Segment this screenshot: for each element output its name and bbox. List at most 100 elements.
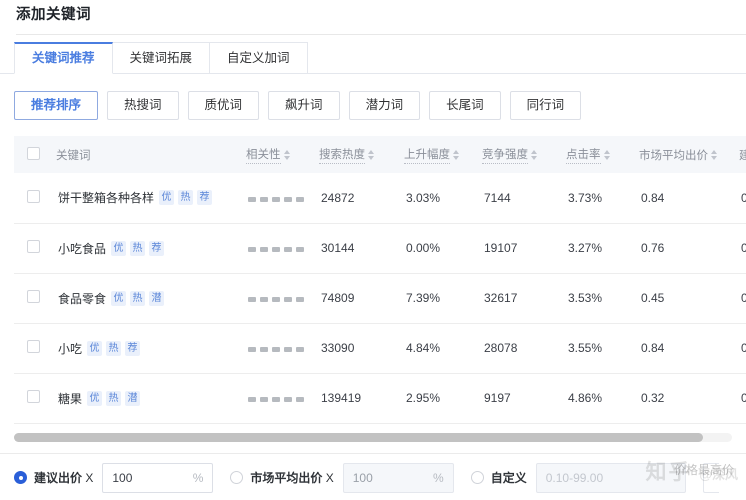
bid-option-radio[interactable] <box>471 471 484 484</box>
bid-value-input[interactable] <box>353 471 429 485</box>
keyword-cell: 小吃优热荐 <box>56 323 246 373</box>
rise-cell: 0.00% <box>404 223 482 273</box>
percent-suffix: % <box>189 471 204 485</box>
filter-chip-4[interactable]: 潜力词 <box>349 91 421 120</box>
bid-option-2[interactable]: 自定义 <box>471 463 686 493</box>
keyword-tag: 荐 <box>125 341 140 356</box>
filter-chip-0[interactable]: 推荐排序 <box>14 91 98 120</box>
bid-option-radio[interactable] <box>14 471 27 484</box>
filter-chip-2[interactable]: 质优词 <box>188 91 260 120</box>
column-header-compete[interactable]: 竞争强度 <box>482 136 566 173</box>
avgbid-cell-value: 0.76 <box>639 241 664 255</box>
hotness-cell: 74809 <box>319 273 404 323</box>
keyword-text: 饼干整箱各种各样 <box>58 189 154 206</box>
hotness-cell: 139419 <box>319 373 404 423</box>
relevance-bar-segment <box>248 297 256 302</box>
bid-option-radio[interactable] <box>230 471 243 484</box>
table-row[interactable]: 糖果优热潜1394192.95%91974.86%0.320.3 <box>14 373 746 423</box>
compete-cell-value: 7144 <box>482 191 511 205</box>
relevance-cell <box>246 373 319 423</box>
sort-toggle-icon[interactable] <box>711 150 717 160</box>
row-select-cell[interactable] <box>14 223 56 273</box>
keyword-text: 小吃 <box>58 340 82 357</box>
sort-toggle-icon[interactable] <box>368 150 374 160</box>
bid-value-field[interactable] <box>536 463 686 493</box>
table-row[interactable]: 小吃优热荐330904.84%280783.55%0.840.8 <box>14 323 746 373</box>
keyword-tag: 荐 <box>149 241 164 256</box>
sort-toggle-icon[interactable] <box>284 150 290 160</box>
filter-chip-3[interactable]: 飙升词 <box>268 91 340 120</box>
relevance-bar-segment <box>260 197 268 202</box>
avgbid-cell-value: 0.84 <box>639 341 664 355</box>
compete-cell-value: 28078 <box>482 341 517 355</box>
column-header-label: 建 <box>739 147 746 163</box>
bid-value-field[interactable]: % <box>343 463 454 493</box>
keyword-tag: 优 <box>87 391 102 406</box>
tab-1[interactable]: 关键词拓展 <box>112 42 211 74</box>
keyword-cell: 糖果优热潜 <box>56 373 246 423</box>
sugbid-cell-value: 0.6 <box>739 241 746 255</box>
filter-chip-5[interactable]: 长尾词 <box>429 91 501 120</box>
sugbid-cell-value: 0.3 <box>739 391 746 405</box>
keyword-tag: 潜 <box>149 291 164 306</box>
filter-chip-1[interactable]: 热搜词 <box>107 91 179 120</box>
column-header-hotness[interactable]: 搜索热度 <box>319 136 404 173</box>
relevance-bar-segment <box>272 347 280 352</box>
row-select-cell[interactable] <box>14 273 56 323</box>
column-header-checkbox <box>14 136 56 173</box>
table-header-row: 关键词相关性搜索热度上升幅度竞争强度点击率市场平均出价建 <box>14 136 746 173</box>
tab-2[interactable]: 自定义加词 <box>209 42 308 74</box>
bid-option-1[interactable]: 市场平均出价 X% <box>230 463 453 493</box>
table-row[interactable]: 饼干整箱各种各样优热荐248723.03%71443.73%0.840.6 <box>14 173 746 223</box>
filter-chip-6[interactable]: 同行词 <box>510 91 582 120</box>
select-all-checkbox[interactable] <box>27 147 40 160</box>
sort-toggle-icon[interactable] <box>453 150 459 160</box>
rise-cell: 2.95% <box>404 373 482 423</box>
row-checkbox[interactable] <box>27 240 40 253</box>
rise-cell: 4.84% <box>404 323 482 373</box>
horizontal-scrollbar-thumb[interactable] <box>14 433 703 442</box>
row-select-cell[interactable] <box>14 173 56 223</box>
sort-toggle-icon[interactable] <box>604 150 610 160</box>
row-checkbox[interactable] <box>27 290 40 303</box>
keyword-cell: 食品零食优热潜 <box>56 273 246 323</box>
clipped-trailing-field[interactable] <box>703 463 719 493</box>
hotness-cell-value: 74809 <box>319 291 354 305</box>
table-row[interactable]: 小吃食品优热荐301440.00%191073.27%0.760.6 <box>14 223 746 273</box>
row-checkbox[interactable] <box>27 390 40 403</box>
bid-value-input[interactable] <box>546 471 676 485</box>
ctr-cell-value: 3.55% <box>566 341 602 355</box>
keyword-tag-group: 优热荐 <box>111 241 164 256</box>
table-row[interactable]: 食品零食优热潜748097.39%326173.53%0.450.3 <box>14 273 746 323</box>
keyword-text: 食品零食 <box>58 290 106 307</box>
column-header-relevance[interactable]: 相关性 <box>246 136 319 173</box>
keyword-table-container: 关键词相关性搜索热度上升幅度竞争强度点击率市场平均出价建 饼干整箱各种各样优热荐… <box>14 136 732 424</box>
sort-toggle-icon[interactable] <box>531 150 537 160</box>
bid-value-input[interactable] <box>112 471 188 485</box>
horizontal-scrollbar-track[interactable] <box>14 433 732 442</box>
tab-0[interactable]: 关键词推荐 <box>14 42 113 74</box>
relevance-bar-segment <box>284 197 292 202</box>
relevance-bar-segment <box>296 247 304 252</box>
keyword-tag-group: 优热潜 <box>111 291 164 306</box>
column-header-sugbid: 建 <box>739 136 746 173</box>
ctr-cell: 3.73% <box>566 173 639 223</box>
relevance-bar-segment <box>248 397 256 402</box>
add-keyword-dialog: 添加关键词 关键词推荐关键词拓展自定义加词 推荐排序热搜词质优词飙升词潜力词长尾… <box>0 0 746 500</box>
bid-option-0[interactable]: 建议出价 X% <box>14 463 213 493</box>
column-header-ctr[interactable]: 点击率 <box>566 136 639 173</box>
rise-cell-value: 2.95% <box>404 391 440 405</box>
compete-cell-value: 19107 <box>482 241 517 255</box>
row-checkbox[interactable] <box>27 190 40 203</box>
row-checkbox[interactable] <box>27 340 40 353</box>
keyword-text: 糖果 <box>58 390 82 407</box>
keyword-text: 小吃食品 <box>58 240 106 257</box>
avgbid-cell: 0.84 <box>639 323 739 373</box>
row-select-cell[interactable] <box>14 373 56 423</box>
avgbid-cell-value: 0.32 <box>639 391 664 405</box>
column-header-rise[interactable]: 上升幅度 <box>404 136 482 173</box>
relevance-bar-segment <box>248 347 256 352</box>
bid-value-field[interactable]: % <box>102 463 213 493</box>
column-header-avgbid[interactable]: 市场平均出价 <box>639 136 739 173</box>
row-select-cell[interactable] <box>14 323 56 373</box>
